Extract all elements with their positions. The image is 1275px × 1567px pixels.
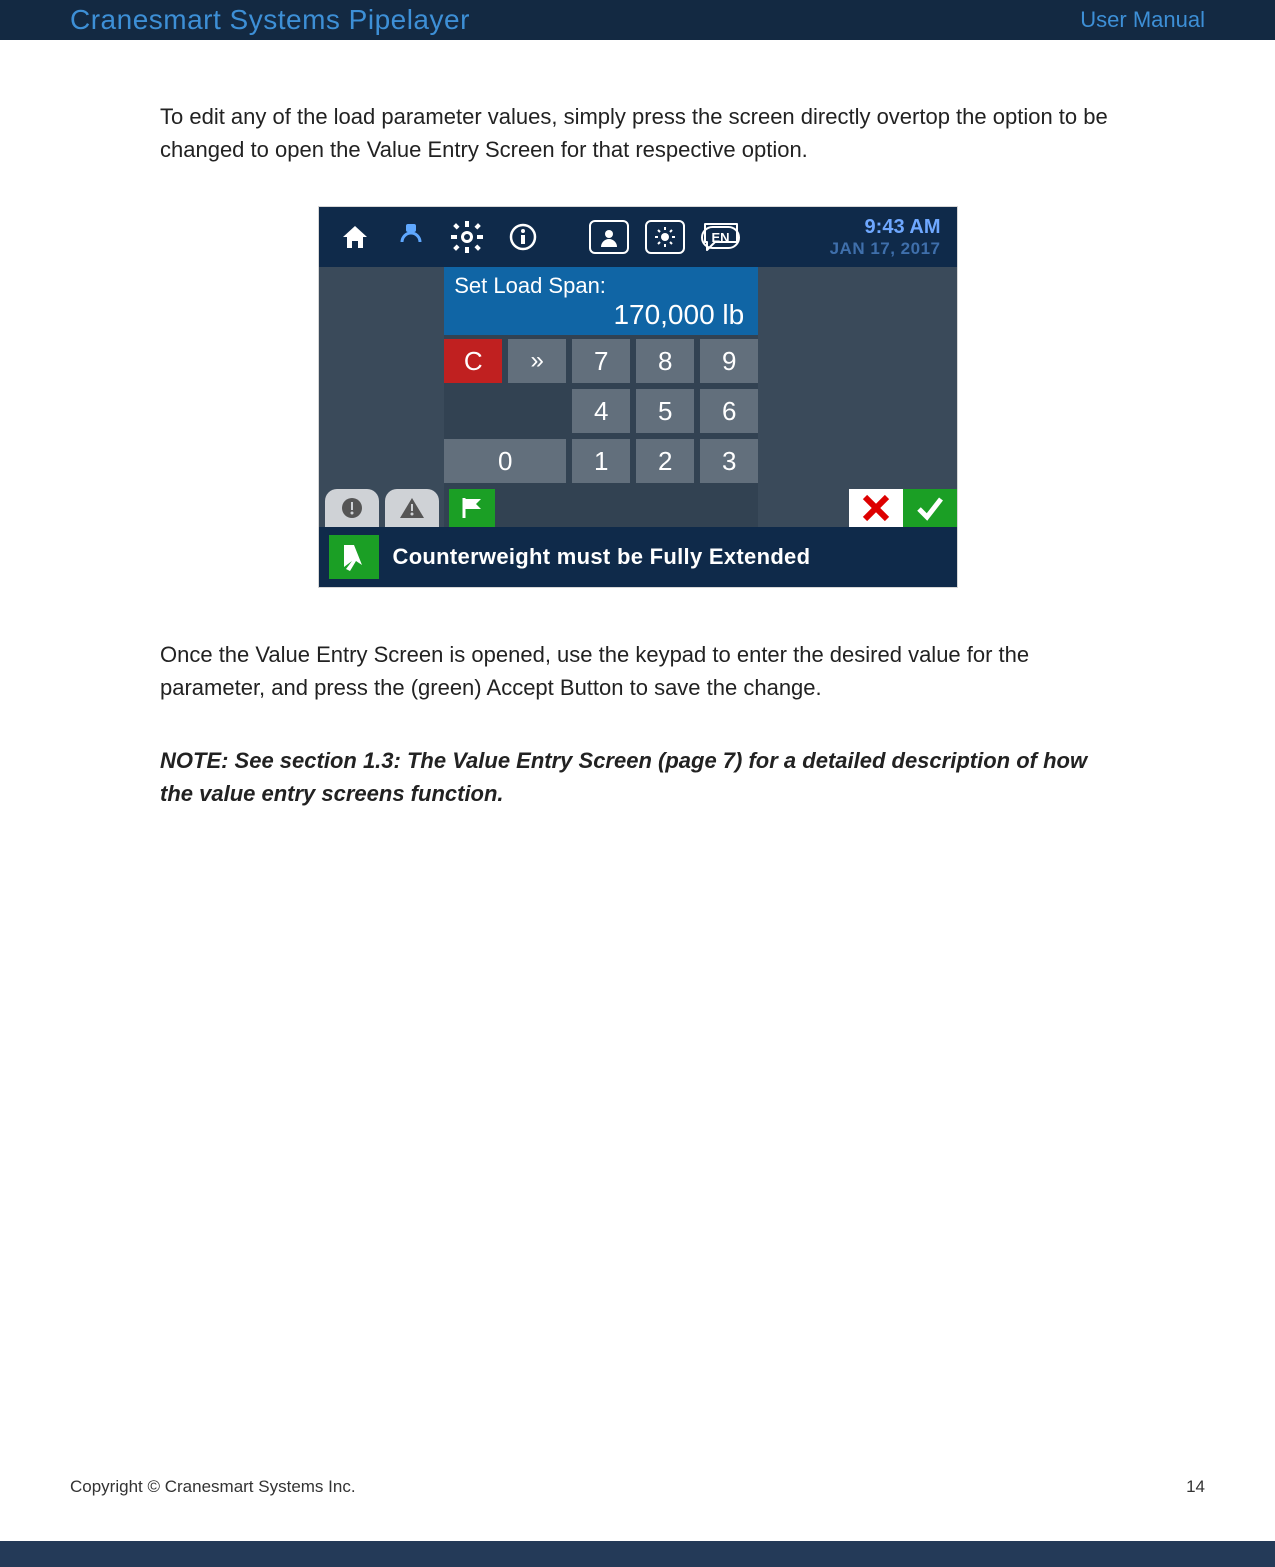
key-6[interactable]: 6 — [700, 389, 758, 433]
key-blank — [508, 389, 566, 433]
page-footer: Copyright © Cranesmart Systems Inc. 14 — [70, 1477, 1205, 1497]
language-icon[interactable]: EN — [693, 207, 749, 267]
sensor-icon[interactable] — [383, 207, 439, 267]
key-9[interactable]: 9 — [700, 339, 758, 383]
key-4[interactable]: 4 — [572, 389, 630, 433]
device-clock: 9:43 AM JAN 17, 2017 — [830, 216, 949, 259]
clock-time: 9:43 AM — [830, 216, 941, 239]
value-prompt: Set Load Span: 170,000 lb — [444, 267, 758, 335]
language-label: EN — [701, 226, 739, 249]
accept-button[interactable] — [903, 489, 957, 527]
bottom-band — [0, 1541, 1275, 1567]
key-clear[interactable]: C — [444, 339, 502, 383]
prompt-label: Set Load Span: — [454, 273, 748, 299]
device-screenshot: EN 9:43 AM JAN 17, 2017 — [318, 206, 958, 588]
keypad: C » 7 8 9 4 5 6 0 1 2 3 — [444, 335, 758, 483]
brightness-icon[interactable] — [637, 207, 693, 267]
page-header: Cranesmart Systems Pipelayer User Manual — [0, 0, 1275, 40]
user-icon[interactable] — [581, 207, 637, 267]
prompt-value: 170,000 lb — [454, 299, 748, 331]
note-paragraph: NOTE: See section 1.3: The Value Entry S… — [160, 744, 1115, 810]
status-ok-icon — [329, 535, 379, 579]
copyright: Copyright © Cranesmart Systems Inc. — [70, 1477, 356, 1497]
alert-tabs — [319, 481, 439, 527]
cancel-button[interactable] — [849, 489, 903, 527]
key-1[interactable]: 1 — [572, 439, 630, 483]
key-blank — [444, 389, 502, 433]
key-0[interactable]: 0 — [444, 439, 566, 483]
explain-paragraph: Once the Value Entry Screen is opened, u… — [160, 638, 1115, 704]
intro-paragraph: To edit any of the load parameter values… — [160, 100, 1115, 166]
alert-warning-tab[interactable] — [385, 489, 439, 527]
gear-icon[interactable] — [439, 207, 495, 267]
device-entry-area: Set Load Span: 170,000 lb C » 7 8 9 4 5 … — [319, 267, 957, 527]
key-shift[interactable]: » — [508, 339, 566, 383]
doc-title: Cranesmart Systems Pipelayer — [70, 4, 470, 36]
doc-subtitle: User Manual — [1080, 7, 1205, 33]
home-icon[interactable] — [327, 207, 383, 267]
entry-right-gutter — [758, 267, 956, 527]
key-3[interactable]: 3 — [700, 439, 758, 483]
clock-date: JAN 17, 2017 — [830, 239, 941, 259]
page-content: To edit any of the load parameter values… — [0, 40, 1275, 810]
info-icon[interactable] — [495, 207, 551, 267]
entry-center: Set Load Span: 170,000 lb C » 7 8 9 4 5 … — [444, 267, 758, 527]
device-top-bar: EN 9:43 AM JAN 17, 2017 — [319, 207, 957, 267]
entry-left-gutter — [319, 267, 445, 527]
device-status-bar: Counterweight must be Fully Extended — [319, 527, 957, 587]
page-number: 14 — [1186, 1477, 1205, 1497]
status-message: Counterweight must be Fully Extended — [393, 544, 811, 570]
spacer — [551, 207, 581, 267]
key-5[interactable]: 5 — [636, 389, 694, 433]
alert-info-tab[interactable] — [325, 489, 379, 527]
key-7[interactable]: 7 — [572, 339, 630, 383]
key-2[interactable]: 2 — [636, 439, 694, 483]
key-8[interactable]: 8 — [636, 339, 694, 383]
flag-tab[interactable] — [449, 489, 495, 527]
device-icon-row: EN — [327, 207, 830, 267]
confirm-buttons — [849, 489, 957, 527]
